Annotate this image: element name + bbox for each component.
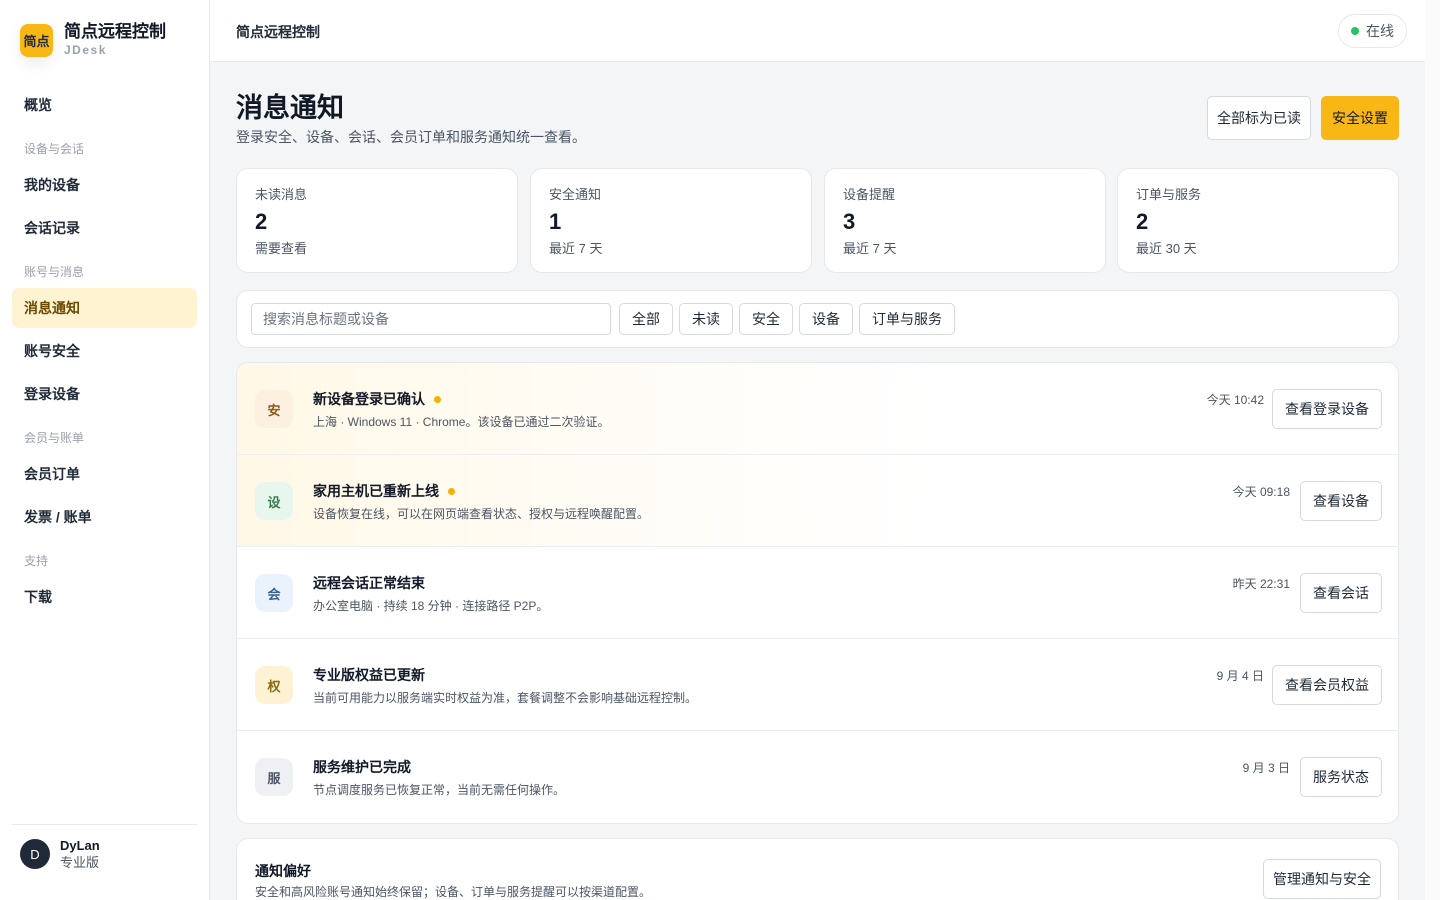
notification-time: 9 月 3 日	[1242, 761, 1290, 775]
sidebar-item-security[interactable]: 账号安全	[12, 331, 197, 371]
notification-title-text: 新设备登录已确认	[313, 391, 425, 407]
sidebar-item-notifications[interactable]: 消息通知	[12, 288, 197, 328]
topbar: 简点远程控制 在线	[210, 0, 1425, 62]
sidebar-section-account: 账号与消息	[24, 265, 85, 279]
brand-subtitle: JDesk	[64, 43, 107, 57]
notification-row[interactable]: 权 专业版权益已更新 当前可用能力以服务端实时权益为准，套餐调整不会影响基础远程…	[237, 639, 1398, 731]
mark-all-read-button[interactable]: 全部标为已读	[1207, 96, 1311, 140]
notification-desc: 节点调度服务已恢复正常，当前无需任何操作。	[313, 783, 566, 797]
search-input[interactable]	[251, 303, 611, 335]
filter-bar: 全部 未读 安全 设备 订单与服务	[236, 290, 1399, 348]
notification-title: 新设备登录已确认	[313, 389, 441, 409]
stat-label: 未读消息	[255, 187, 308, 202]
notification-row[interactable]: 安 新设备登录已确认 上海 · Windows 11 · Chrome。该设备已…	[237, 363, 1398, 455]
user-profile[interactable]: D DyLan 专业版	[12, 824, 197, 871]
page-description: 登录安全、设备、会话、会员订单和服务通知统一查看。	[236, 129, 586, 145]
security-icon: 安	[255, 390, 293, 428]
sidebar-section-billing: 会员与账单	[24, 431, 85, 445]
view-login-devices-button[interactable]: 查看登录设备	[1272, 389, 1382, 429]
notification-preferences: 通知偏好 安全和高风险账号通知始终保留；设备、订单与服务提醒可以按渠道配置。 管…	[236, 838, 1399, 900]
preferences-title: 通知偏好	[255, 863, 311, 879]
notification-title: 服务维护已完成	[313, 757, 411, 777]
stat-note: 最近 7 天	[843, 241, 897, 256]
filter-chip-security[interactable]: 安全	[739, 303, 793, 335]
notification-time: 今天 10:42	[1206, 393, 1264, 407]
brand-name: 简点远程控制	[64, 22, 166, 41]
sidebar-item-overview[interactable]: 概览	[12, 85, 197, 125]
device-icon: 设	[255, 482, 293, 520]
status-dot-icon	[1351, 27, 1359, 35]
manage-notifications-button[interactable]: 管理通知与安全	[1263, 859, 1381, 899]
notification-time: 今天 09:18	[1232, 485, 1290, 499]
preferences-desc: 安全和高风险账号通知始终保留；设备、订单与服务提醒可以按渠道配置。	[255, 885, 652, 899]
status-label: 在线	[1366, 23, 1394, 39]
sidebar-item-invoices[interactable]: 发票 / 账单	[12, 497, 197, 537]
notification-title: 远程会话正常结束	[313, 573, 425, 593]
brand-logo: 简点	[20, 23, 53, 57]
notification-row[interactable]: 会 远程会话正常结束 办公室电脑 · 持续 18 分钟 · 连接路径 P2P。 …	[237, 547, 1398, 639]
view-session-button[interactable]: 查看会话	[1300, 573, 1382, 613]
notification-title-text: 家用主机已重新上线	[313, 483, 439, 499]
view-device-button[interactable]: 查看设备	[1300, 481, 1382, 521]
unread-dot-icon	[434, 395, 441, 403]
stat-note: 需要查看	[255, 241, 308, 256]
stat-note: 最近 7 天	[549, 241, 603, 256]
notification-title-text: 专业版权益已更新	[313, 667, 425, 683]
notification-desc: 设备恢复在线，可以在网页端查看状态、授权与远程唤醒配置。	[313, 507, 650, 521]
service-icon: 服	[255, 758, 293, 796]
stat-label: 安全通知	[549, 187, 602, 202]
notification-time: 昨天 22:31	[1232, 577, 1290, 591]
sidebar-item-sessions[interactable]: 会话记录	[12, 208, 197, 248]
sidebar-item-login-devices[interactable]: 登录设备	[12, 374, 197, 414]
stat-value: 2	[255, 209, 268, 234]
stat-value: 1	[549, 209, 562, 234]
notification-title-text: 远程会话正常结束	[313, 575, 425, 591]
user-name: DyLan	[60, 838, 100, 853]
filter-chip-orders[interactable]: 订单与服务	[859, 303, 955, 335]
notification-desc: 办公室电脑 · 持续 18 分钟 · 连接路径 P2P。	[313, 599, 549, 613]
view-membership-button[interactable]: 查看会员权益	[1272, 665, 1382, 705]
session-icon: 会	[255, 574, 293, 612]
stat-card-security: 安全通知 1 最近 7 天	[530, 168, 812, 273]
notification-title-text: 服务维护已完成	[313, 759, 411, 775]
sidebar-section-devices: 设备与会话	[24, 142, 85, 156]
notification-list: 安 新设备登录已确认 上海 · Windows 11 · Chrome。该设备已…	[236, 362, 1399, 824]
sidebar-section-support: 支持	[24, 554, 49, 568]
stat-card-unread: 未读消息 2 需要查看	[236, 168, 518, 273]
stat-card-devices: 设备提醒 3 最近 7 天	[824, 168, 1106, 273]
stat-note: 最近 30 天	[1136, 241, 1197, 256]
filter-chip-device[interactable]: 设备	[799, 303, 853, 335]
sidebar-item-download[interactable]: 下载	[12, 577, 197, 617]
status-badge: 在线	[1338, 14, 1407, 48]
notification-desc: 当前可用能力以服务端实时权益为准，套餐调整不会影响基础远程控制。	[313, 691, 698, 705]
sidebar-item-my-devices[interactable]: 我的设备	[12, 165, 197, 205]
sidebar-item-orders[interactable]: 会员订单	[12, 454, 197, 494]
notification-row[interactable]: 设 家用主机已重新上线 设备恢复在线，可以在网页端查看状态、授权与远程唤醒配置。…	[237, 455, 1398, 547]
stat-value: 2	[1136, 209, 1149, 234]
stat-value: 3	[843, 209, 856, 234]
sidebar: 简点 简点远程控制 JDesk 概览 设备与会话 我的设备 会话记录 账号与消息…	[0, 0, 210, 900]
membership-icon: 权	[255, 666, 293, 704]
page-title: 消息通知	[236, 93, 344, 123]
filter-chip-unread[interactable]: 未读	[679, 303, 733, 335]
service-status-button[interactable]: 服务状态	[1300, 757, 1382, 797]
unread-dot-icon	[448, 487, 455, 495]
user-plan: 专业版	[60, 855, 100, 870]
stat-card-orders: 订单与服务 2 最近 30 天	[1117, 168, 1399, 273]
notification-row[interactable]: 服 服务维护已完成 节点调度服务已恢复正常，当前无需任何操作。 9 月 3 日 …	[237, 731, 1398, 823]
brand[interactable]: 简点 简点远程控制 JDesk	[20, 22, 166, 58]
stat-label: 订单与服务	[1136, 187, 1202, 202]
stat-label: 设备提醒	[843, 187, 896, 202]
security-settings-button[interactable]: 安全设置	[1321, 96, 1399, 140]
sidebar-nav: 概览 设备与会话 我的设备 会话记录 账号与消息 消息通知 账号安全 登录设备 …	[12, 85, 197, 620]
notification-title: 家用主机已重新上线	[313, 481, 455, 501]
scrollbar-track[interactable]	[1425, 0, 1440, 900]
notification-title: 专业版权益已更新	[313, 665, 425, 685]
notification-desc: 上海 · Windows 11 · Chrome。该设备已通过二次验证。	[313, 415, 610, 429]
notification-time: 9 月 4 日	[1216, 669, 1264, 683]
avatar: D	[20, 839, 50, 869]
filter-chip-all[interactable]: 全部	[619, 303, 673, 335]
topbar-title: 简点远程控制	[236, 24, 320, 40]
